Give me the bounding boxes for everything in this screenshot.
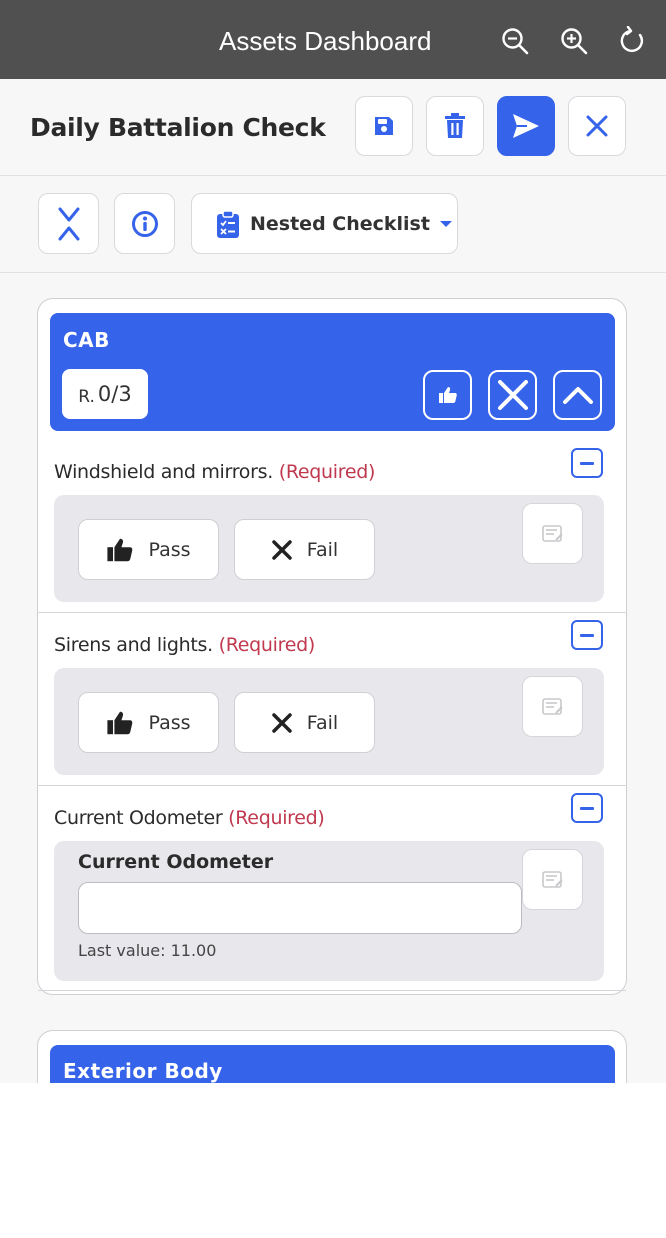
section-card-cab: CAB R. 0/3 Windshield and mirrors. (Requ… bbox=[37, 298, 627, 995]
minus-icon bbox=[580, 806, 594, 810]
item-label: Windshield and mirrors. (Required) bbox=[54, 461, 376, 483]
add-note-button[interactable] bbox=[522, 676, 583, 737]
save-icon bbox=[375, 117, 393, 135]
fail-label: Fail bbox=[306, 538, 339, 561]
checklist-item: Current Odometer (Required) Current Odom… bbox=[38, 787, 626, 991]
odometer-input[interactable] bbox=[78, 882, 522, 934]
note-icon bbox=[541, 697, 563, 715]
checklist-header: Daily Battalion Check bbox=[0, 79, 666, 176]
page-title: Daily Battalion Check bbox=[30, 113, 326, 142]
chevron-down-icon bbox=[439, 220, 452, 227]
collapse-item-button[interactable] bbox=[571, 793, 603, 823]
required-tag: (Required) bbox=[228, 807, 325, 829]
app-title: Assets Dashboard bbox=[219, 26, 432, 56]
item-response-panel: Current Odometer Last value: 11.00 bbox=[54, 841, 604, 981]
required-tag: (Required) bbox=[218, 634, 316, 656]
thumbs-up-icon bbox=[438, 387, 457, 403]
thumbs-up-icon bbox=[107, 538, 133, 561]
section-header: CAB R. 0/3 bbox=[50, 313, 615, 431]
zoom-out-icon[interactable] bbox=[500, 26, 530, 56]
close-icon bbox=[272, 712, 292, 733]
required-count: 0/3 bbox=[97, 382, 132, 406]
collapse-section-button[interactable] bbox=[553, 370, 602, 420]
close-icon bbox=[497, 380, 528, 410]
checklist-toolbar: Nested Checklist bbox=[0, 177, 666, 273]
delete-button[interactable] bbox=[426, 96, 484, 156]
pass-button[interactable]: Pass bbox=[78, 519, 219, 580]
fail-all-button[interactable] bbox=[488, 370, 537, 420]
add-note-button[interactable] bbox=[522, 503, 583, 564]
fail-label: Fail bbox=[306, 711, 339, 734]
collapse-item-button[interactable] bbox=[571, 448, 603, 478]
chevron-up-icon bbox=[562, 387, 593, 404]
section-card-exterior-body: Exterior Body bbox=[37, 1030, 627, 1083]
checklist-viewport[interactable]: Daily Battalion Check Nested Checklist C… bbox=[0, 79, 666, 1083]
item-label: Sirens and lights. (Required) bbox=[54, 634, 315, 656]
section-title: CAB bbox=[63, 328, 110, 352]
required-count-badge: R. 0/3 bbox=[62, 369, 148, 419]
checklist-type-dropdown[interactable]: Nested Checklist bbox=[191, 193, 458, 254]
collapse-item-button[interactable] bbox=[571, 620, 603, 650]
item-response-panel: Pass Fail bbox=[54, 668, 604, 775]
item-response-panel: Pass Fail bbox=[54, 495, 604, 602]
close-button[interactable] bbox=[568, 96, 626, 156]
info-icon bbox=[131, 210, 158, 237]
collapse-all-button[interactable] bbox=[38, 193, 99, 254]
pass-label: Pass bbox=[148, 711, 191, 734]
section-title: Exterior Body bbox=[63, 1059, 223, 1083]
clipboard-checklist-icon bbox=[217, 209, 239, 238]
app-titlebar: Assets Dashboard bbox=[0, 0, 666, 79]
zoom-in-icon[interactable] bbox=[559, 26, 589, 56]
item-label: Current Odometer (Required) bbox=[54, 807, 325, 829]
checklist-item: Sirens and lights. (Required) Pass Fail bbox=[38, 614, 626, 786]
pass-all-button[interactable] bbox=[423, 370, 472, 420]
note-icon bbox=[541, 870, 563, 888]
minus-icon bbox=[580, 633, 594, 637]
pass-label: Pass bbox=[148, 538, 191, 561]
add-note-button[interactable] bbox=[522, 849, 583, 910]
send-icon bbox=[513, 114, 539, 138]
submit-button[interactable] bbox=[497, 96, 555, 156]
fail-button[interactable]: Fail bbox=[234, 519, 375, 580]
close-icon bbox=[272, 539, 292, 560]
refresh-icon[interactable] bbox=[618, 25, 648, 56]
close-icon bbox=[586, 115, 608, 137]
pass-button[interactable]: Pass bbox=[78, 692, 219, 753]
thumbs-up-icon bbox=[107, 711, 133, 734]
required-tag: (Required) bbox=[278, 461, 376, 483]
field-label: Current Odometer bbox=[78, 851, 274, 873]
required-prefix: R. bbox=[78, 386, 95, 407]
section-header: Exterior Body bbox=[50, 1045, 615, 1083]
minus-icon bbox=[580, 461, 594, 465]
fail-button[interactable]: Fail bbox=[234, 692, 375, 753]
save-button[interactable] bbox=[355, 96, 413, 156]
checklist-item: Windshield and mirrors. (Required) Pass … bbox=[38, 442, 626, 613]
collapse-all-icon bbox=[58, 207, 79, 240]
trash-icon bbox=[445, 113, 465, 138]
note-icon bbox=[541, 524, 563, 542]
blank-area bbox=[0, 1083, 666, 1238]
dropdown-label: Nested Checklist bbox=[250, 212, 430, 235]
info-button[interactable] bbox=[114, 193, 175, 254]
last-value-text: Last value: 11.00 bbox=[78, 941, 217, 960]
